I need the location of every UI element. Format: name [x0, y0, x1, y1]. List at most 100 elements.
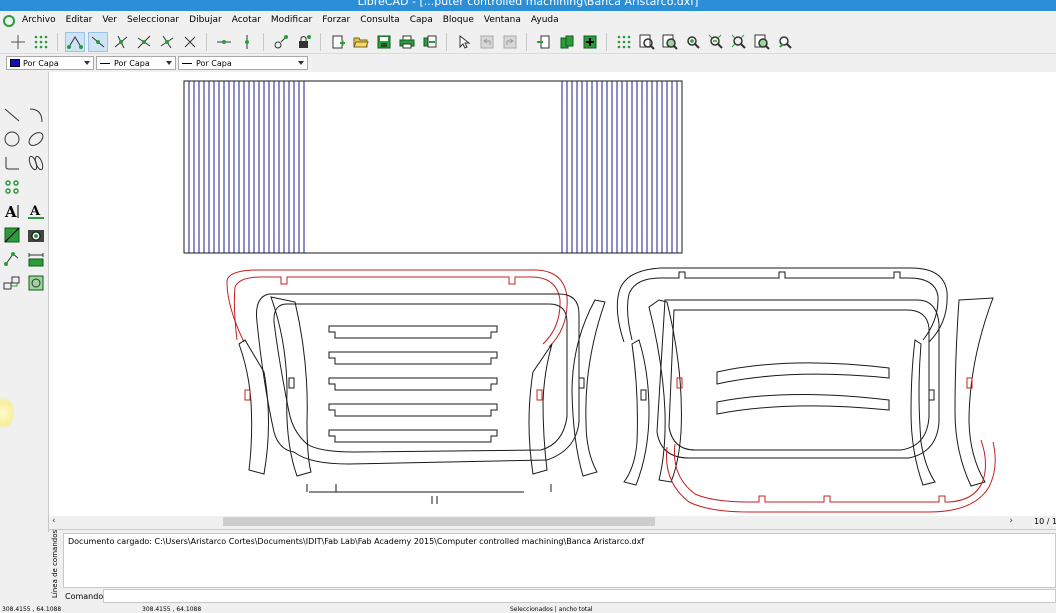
title-bar: LibreCAD - [...puter controlled machinin… — [0, 0, 1056, 11]
spline-icon[interactable] — [25, 152, 47, 174]
horizontal-scrollbar[interactable]: ‹ › — [49, 516, 1033, 527]
chevron-down-icon — [166, 61, 172, 65]
hatch-icon[interactable] — [1, 224, 23, 246]
menu-modificar[interactable]: Modificar — [266, 12, 317, 29]
chevron-down-icon — [84, 61, 90, 65]
scrollbar-thumb[interactable] — [223, 517, 655, 526]
modify-icon[interactable] — [1, 248, 23, 270]
command-prompt-label: Comando: — [65, 592, 106, 601]
snap-on-entity-icon[interactable] — [87, 31, 108, 52]
zoom-pan-icon[interactable] — [775, 32, 795, 52]
print-icon[interactable] — [397, 32, 417, 52]
zoom-auto-icon[interactable] — [729, 32, 749, 52]
menu-archivo[interactable]: Archivo — [17, 12, 61, 29]
librecad-logo-icon[interactable] — [3, 14, 15, 27]
lock-relative-zero-icon[interactable] — [294, 32, 314, 52]
cad-tools-sidebar: A A — [0, 72, 49, 532]
restrict-vertical-icon[interactable] — [237, 32, 257, 52]
selection-info: Seleccionados | ancho total — [510, 606, 593, 613]
zoom-window-icon[interactable] — [660, 32, 680, 52]
librecad-window: LibreCAD - [...puter controlled machinin… — [0, 0, 1056, 613]
drawing-canvas[interactable] — [49, 72, 1056, 516]
menu-bloque[interactable]: Bloque — [438, 12, 479, 29]
circle-icon[interactable] — [1, 128, 23, 150]
image-icon[interactable] — [25, 224, 47, 246]
grid-spacing-readout: 10 / 1 — [1034, 517, 1056, 526]
menu-seleccionar[interactable]: Seleccionar — [122, 12, 184, 29]
absolute-coordinates: 308.4155 , 64.1088 — [2, 606, 62, 613]
left-bench-parts — [226, 269, 606, 504]
toolbar-separator — [526, 32, 527, 51]
menu-ayuda[interactable]: Ayuda — [526, 12, 564, 29]
snap-middle-icon[interactable] — [134, 32, 154, 52]
slat-strip-drawing — [183, 80, 683, 254]
snap-center-icon[interactable] — [111, 32, 131, 52]
ellipse-icon[interactable] — [25, 128, 47, 150]
empty-slot — [25, 176, 47, 198]
polyline-icon[interactable] — [1, 152, 23, 174]
scroll-right-icon[interactable]: › — [1009, 516, 1013, 527]
text-style-icon[interactable]: A — [25, 200, 47, 222]
toolbar-separator — [263, 32, 264, 51]
snap-endpoint-icon[interactable] — [64, 31, 85, 52]
menu-consulta[interactable]: Consulta — [355, 12, 404, 29]
menu-editar[interactable]: Editar — [61, 12, 98, 29]
color-value: Por Capa — [23, 58, 59, 68]
zoom-out-icon[interactable] — [706, 32, 726, 52]
grid-toggle-icon[interactable] — [614, 32, 634, 52]
cad-drawing — [183, 80, 996, 513]
new-file-icon[interactable] — [328, 32, 348, 52]
menu-ver[interactable]: Ver — [97, 12, 122, 29]
select-pointer-icon[interactable] — [454, 32, 474, 52]
zoom-previous-icon[interactable] — [752, 32, 772, 52]
relative-coordinates: 308.4155 , 64.1088 — [142, 606, 202, 613]
paste-icon[interactable] — [580, 32, 600, 52]
line-type-combobox[interactable]: Por Capa — [178, 56, 308, 70]
print-preview-icon[interactable] — [420, 32, 440, 52]
toolbar-separator — [206, 32, 207, 51]
restrict-horizontal-icon[interactable] — [214, 32, 234, 52]
zoom-in-icon[interactable] — [683, 32, 703, 52]
menu-capa[interactable]: Capa — [405, 12, 438, 29]
window-title: LibreCAD - [...puter controlled machinin… — [357, 0, 699, 8]
main-toolbar — [0, 30, 1056, 54]
command-history: Documento cargado: C:\Users\Aristarco Co… — [63, 533, 1056, 588]
snap-intersection-icon[interactable] — [180, 32, 200, 52]
dimension-icon[interactable] — [25, 248, 47, 270]
toolbar-separator — [57, 32, 58, 51]
line-type-sample — [182, 62, 192, 64]
line-icon[interactable] — [1, 104, 23, 126]
color-combobox[interactable]: Por Capa — [6, 56, 94, 70]
chevron-down-icon — [298, 61, 304, 65]
command-input[interactable] — [103, 589, 1056, 603]
block-icon[interactable] — [1, 272, 23, 294]
info-icon[interactable] — [25, 272, 47, 294]
snap-distance-icon[interactable] — [157, 32, 177, 52]
menu-forzar[interactable]: Forzar — [317, 12, 355, 29]
arc-icon[interactable] — [25, 104, 47, 126]
redo-icon[interactable] — [500, 32, 520, 52]
toolbar-separator — [446, 32, 447, 51]
open-file-icon[interactable] — [351, 32, 371, 52]
text-icon[interactable]: A — [1, 200, 23, 222]
scroll-left-icon[interactable]: ‹ — [52, 516, 56, 527]
cut-icon[interactable] — [534, 32, 554, 52]
menu-bar: Archivo Editar Ver Seleccionar Dibujar A… — [0, 12, 1056, 29]
menu-dibujar[interactable]: Dibujar — [184, 12, 227, 29]
undo-icon[interactable] — [477, 32, 497, 52]
menu-acotar[interactable]: Acotar — [227, 12, 266, 29]
relative-zero-icon[interactable] — [271, 32, 291, 52]
pen-toolbar: Por Capa Por Capa Por Capa — [0, 54, 1056, 72]
toolbar-separator — [606, 32, 607, 51]
save-file-icon[interactable] — [374, 32, 394, 52]
zoom-redraw-icon[interactable] — [637, 32, 657, 52]
snap-grid-icon[interactable] — [31, 32, 51, 52]
snap-free-icon[interactable] — [8, 32, 28, 52]
copy-icon[interactable] — [557, 32, 577, 52]
line-type-value: Por Capa — [196, 58, 232, 68]
command-line-dock: Línea de comandos Documento cargado: C:\… — [49, 529, 1056, 606]
status-bar: 308.4155 , 64.1088 308.4155 , 64.1088 Se… — [0, 606, 1056, 613]
select-icon[interactable] — [1, 176, 23, 198]
menu-ventana[interactable]: Ventana — [479, 12, 526, 29]
line-width-combobox[interactable]: Por Capa — [96, 56, 176, 70]
